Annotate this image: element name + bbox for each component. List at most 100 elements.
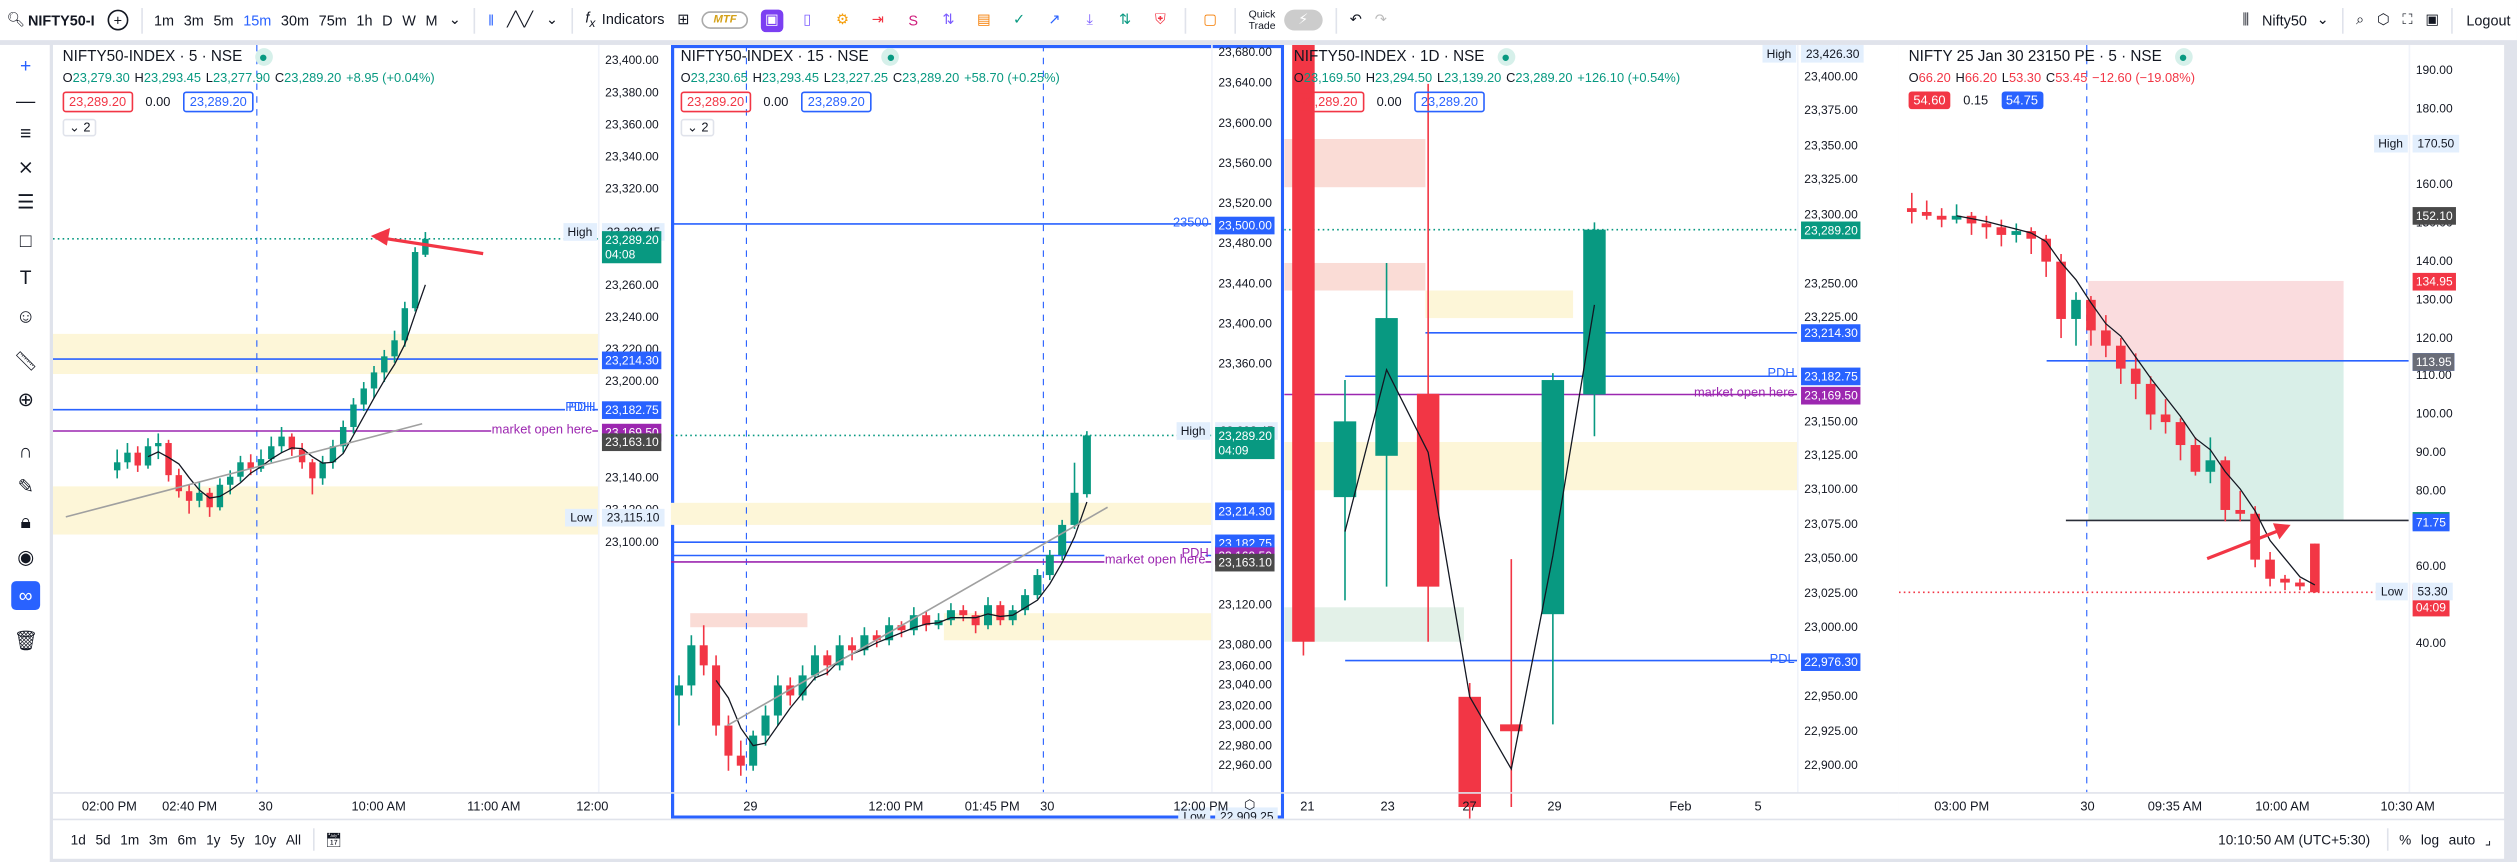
magnet-icon[interactable]: ∩ <box>11 437 40 466</box>
candle[interactable] <box>983 597 993 630</box>
candle[interactable] <box>2250 506 2260 568</box>
settings-gear-icon[interactable]: ⬡ <box>2377 11 2390 29</box>
redo-icon[interactable]: ↷ <box>1375 11 1387 29</box>
stats-icon[interactable]: ▯ <box>796 9 818 31</box>
quick-trade-toggle[interactable]: Quick Trade ⚡︎ <box>1249 9 1323 31</box>
candle[interactable] <box>1541 373 1565 725</box>
candle[interactable] <box>687 635 696 696</box>
sell-button[interactable]: 54.60 <box>1908 91 1951 110</box>
buy-button[interactable]: 23,289.20 <box>1414 91 1485 113</box>
pattern-icon[interactable]: ⨯ <box>11 152 40 181</box>
candle[interactable] <box>773 675 782 726</box>
candle[interactable] <box>1033 569 1042 600</box>
candle[interactable] <box>339 420 347 453</box>
candle[interactable] <box>2265 551 2275 587</box>
chart-title[interactable]: NIFTY50-INDEX · 15 · NSE <box>681 48 900 66</box>
percent-toggle[interactable]: % <box>2399 831 2411 847</box>
logout-button[interactable]: Logout <box>2466 12 2510 28</box>
candle-type-icon[interactable]: ‖ <box>488 12 494 28</box>
shield-settings-icon[interactable]: ⛨ <box>1149 9 1171 31</box>
candle[interactable] <box>712 655 721 736</box>
timeframe-75m[interactable]: 75m <box>319 12 347 28</box>
fib-icon[interactable]: ☰ <box>11 188 40 217</box>
candle[interactable] <box>2011 223 2022 243</box>
candle[interactable] <box>860 627 869 656</box>
candle[interactable] <box>134 446 141 472</box>
undo-icon[interactable]: ↶ <box>1350 11 1362 29</box>
strategy-icon[interactable]: S <box>902 9 924 31</box>
candle[interactable] <box>2071 292 2081 346</box>
app-icon[interactable]: ▣ <box>760 8 784 32</box>
rectangle-icon[interactable]: □ <box>11 226 40 255</box>
candle[interactable] <box>155 433 162 460</box>
range-5y[interactable]: 5y <box>230 831 244 847</box>
indicators-button[interactable]: fx Indicators <box>585 10 664 31</box>
candle[interactable] <box>848 637 857 661</box>
candle[interactable] <box>1921 200 1932 220</box>
text-icon[interactable]: T <box>11 263 40 292</box>
candle[interactable] <box>1375 262 1398 587</box>
alert-search-icon[interactable]: ⌕ <box>2356 11 2364 29</box>
candle[interactable] <box>411 247 419 312</box>
indicators-collapse-button[interactable]: ⌄ 2 <box>62 118 97 137</box>
timeframe-M[interactable]: M <box>425 12 437 28</box>
compare-add-icon[interactable]: + <box>107 9 129 31</box>
sell-button[interactable]: 23,289.20 <box>680 91 751 113</box>
zoom-in-icon[interactable]: ⊕ <box>11 385 40 414</box>
wallet-icon[interactable]: ▢ <box>1199 9 1221 31</box>
candle[interactable] <box>288 433 296 456</box>
line-chart-icon[interactable]: ╱╲╱ <box>507 11 533 29</box>
zone[interactable] <box>2088 280 2344 361</box>
trend-line-icon[interactable]: — <box>11 87 40 116</box>
sell-button[interactable]: 23,289.20 <box>62 91 133 113</box>
candle[interactable] <box>1045 549 1054 581</box>
emoji-icon[interactable]: ☺ <box>11 302 40 331</box>
range-3m[interactable]: 3m <box>149 831 168 847</box>
symbol-search[interactable]: 🔍︎ NIFTY50-I <box>6 11 94 29</box>
candle[interactable] <box>2026 227 2037 255</box>
eye-icon[interactable]: ◉ <box>11 543 40 572</box>
candle[interactable] <box>2280 574 2290 591</box>
candle[interactable] <box>113 449 121 479</box>
timeframe-5m[interactable]: 5m <box>213 12 233 28</box>
horizontal-lines-icon[interactable]: ≡ <box>11 119 40 148</box>
layout-columns-icon[interactable]: ⫼ <box>2243 11 2250 29</box>
candle[interactable] <box>319 455 326 485</box>
badge-icon[interactable]: ⚙ <box>831 9 853 31</box>
candle[interactable] <box>1906 192 1917 224</box>
candle[interactable] <box>922 611 931 632</box>
mtf-button[interactable]: MTF <box>702 11 748 29</box>
candle[interactable] <box>749 730 758 771</box>
ruler-icon[interactable]: 📏︎ <box>11 347 40 376</box>
download-icon[interactable]: ⤓ <box>1078 9 1100 31</box>
zone[interactable] <box>52 333 599 375</box>
candle[interactable] <box>1981 215 1992 239</box>
timeframe-1m[interactable]: 1m <box>154 12 174 28</box>
log-toggle[interactable]: log <box>2421 831 2439 847</box>
range-1m[interactable]: 1m <box>120 831 139 847</box>
exit-icon[interactable]: ⇥ <box>867 9 889 31</box>
candle[interactable] <box>2295 578 2305 591</box>
trash-icon[interactable]: 🗑︎ <box>11 626 40 655</box>
candle[interactable] <box>350 398 357 434</box>
chart-title[interactable]: NIFTY50-INDEX · 1D · NSE <box>1294 48 1515 66</box>
candle[interactable] <box>1966 211 1977 235</box>
zone[interactable] <box>2088 360 2344 521</box>
timeframe-1h[interactable]: 1h <box>356 12 372 28</box>
expand-icon[interactable]: ⌟ <box>2485 831 2491 849</box>
range-1d[interactable]: 1d <box>71 831 86 847</box>
candle[interactable] <box>736 740 745 776</box>
goto-date-icon[interactable]: 📅︎ <box>325 831 342 849</box>
candle[interactable] <box>1996 219 2007 247</box>
candle[interactable] <box>1333 380 1357 601</box>
layout-grid-icon[interactable]: ⊞ <box>677 11 689 29</box>
candle[interactable] <box>165 439 172 482</box>
candle[interactable] <box>909 607 918 636</box>
chart-canvas[interactable] <box>1898 44 2505 819</box>
buy-button[interactable]: 54.75 <box>2001 91 2043 110</box>
candle[interactable] <box>1082 431 1091 498</box>
range-10y[interactable]: 10y <box>254 831 276 847</box>
shield-check-icon[interactable]: ✓ <box>1008 9 1030 31</box>
chart-panel-4[interactable]: 190.00180.00160.00150.00140.00130.00120.… <box>1898 44 2505 819</box>
chart-panel-1[interactable]: PDH market open here 23,400.00 23,380.00 23,… <box>52 44 671 819</box>
